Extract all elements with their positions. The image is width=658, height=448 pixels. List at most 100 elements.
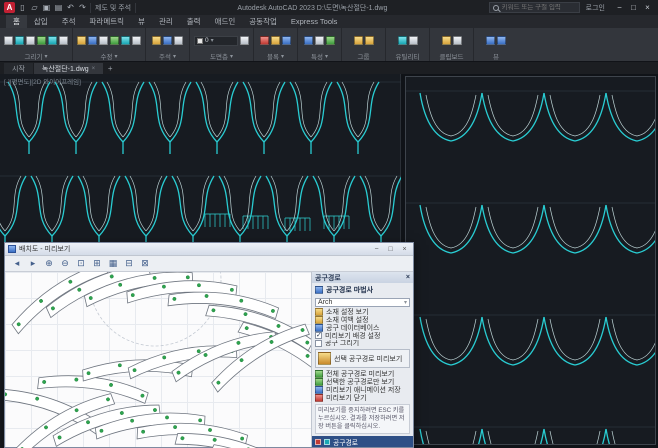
panel-view: 뷰 (474, 28, 518, 61)
panel-close-icon[interactable]: × (406, 274, 410, 281)
panel-expand-icon[interactable]: ▾ (44, 53, 47, 60)
zoom-fit-icon[interactable]: ⊞ (91, 258, 103, 269)
viewport-right[interactable] (405, 76, 656, 445)
rotate-tool-icon[interactable] (88, 36, 97, 45)
window-maximize-button[interactable]: □ (385, 244, 396, 254)
new-icon[interactable]: ▯ (18, 3, 27, 12)
measure-icon[interactable]: ⊠ (139, 258, 151, 269)
option-material-view[interactable]: 소재 설정 보기 (312, 308, 413, 316)
tab-annotate[interactable]: 주석 (55, 15, 83, 28)
panel-expand-icon[interactable]: ▾ (173, 53, 176, 60)
paste-icon[interactable] (442, 36, 451, 45)
panel-expand-icon[interactable]: ▾ (230, 53, 233, 60)
option-draw-tool[interactable]: 공구 그리기 (312, 340, 413, 348)
panel-expand-icon[interactable]: ▾ (281, 53, 284, 60)
toolpath-bottom-tab[interactable]: 공구경로 (312, 436, 413, 447)
save-icon[interactable]: ▣ (42, 3, 51, 12)
line-tool-icon[interactable] (4, 36, 13, 45)
file-tab-start[interactable]: 시작 (4, 63, 33, 74)
ungroup-tool-icon[interactable] (365, 36, 374, 45)
rectangle-tool-icon[interactable] (48, 36, 57, 45)
maximize-button[interactable]: □ (627, 2, 640, 14)
back-icon[interactable]: ◂ (11, 258, 23, 269)
window-close-button[interactable]: × (399, 244, 410, 254)
block-edit-icon[interactable] (282, 36, 291, 45)
profile-value: Arch (318, 299, 332, 306)
tab-close-icon[interactable]: × (92, 66, 96, 72)
minimize-button[interactable]: − (613, 2, 626, 14)
action-close-preview[interactable]: 미리보기 닫기 (312, 394, 413, 402)
properties-palette-icon[interactable] (315, 36, 324, 45)
file-tab-drawing[interactable]: 녹산절단-1.dwg × (34, 63, 103, 74)
text-tool-icon[interactable] (152, 36, 161, 45)
search-icon (493, 5, 499, 11)
tab-manage[interactable]: 관리 (152, 15, 180, 28)
nesting-canvas[interactable] (5, 272, 311, 447)
open-icon[interactable]: ▱ (30, 3, 39, 12)
layer-dropdown[interactable]: 0 ▾ (194, 36, 238, 46)
hatch-tool-icon[interactable] (59, 36, 68, 45)
panel-expand-icon[interactable]: ▾ (114, 53, 117, 60)
quick-select-icon[interactable] (409, 36, 418, 45)
copy-clip-icon[interactable] (453, 36, 462, 45)
action-preview-all[interactable]: 전체 공구경로 미리보기 (312, 370, 413, 378)
checkbox-unchecked[interactable] (315, 340, 322, 347)
undo-icon[interactable]: ↶ (66, 3, 75, 12)
grid-toggle-icon[interactable]: ▦ (107, 258, 119, 269)
zoom-window-icon[interactable]: ⊡ (75, 258, 87, 269)
group-tool-icon[interactable] (354, 36, 363, 45)
option-tool-database[interactable]: 공구 데이터베이스 (312, 324, 413, 332)
zoom-out-icon[interactable]: ⊖ (59, 258, 71, 269)
tab-parametric[interactable]: 파라메트릭 (83, 15, 132, 28)
zoom-in-icon[interactable]: ⊕ (43, 258, 55, 269)
preview-window-titlebar[interactable]: 배치도 - 미리보기 − □ × (5, 243, 413, 256)
panel-expand-icon[interactable]: ▾ (325, 53, 328, 60)
tab-output[interactable]: 출력 (180, 15, 208, 28)
viewport-controls[interactable]: [-][평면도][2D 와이어프레임] (4, 76, 81, 86)
print-icon[interactable]: ▤ (54, 3, 63, 12)
move-tool-icon[interactable] (77, 36, 86, 45)
tab-view[interactable]: 뷰 (131, 15, 152, 28)
arc-tool-icon[interactable] (37, 36, 46, 45)
new-tab-button[interactable]: + (104, 63, 116, 74)
layers-icon[interactable]: ⊟ (123, 258, 135, 269)
app-menu-button[interactable]: A (4, 2, 15, 13)
checkbox-checked[interactable] (315, 332, 322, 339)
trim-tool-icon[interactable] (99, 36, 108, 45)
circle-tool-icon[interactable] (26, 36, 35, 45)
action-save-animation[interactable]: 미리보기 애니메이션 저장 (312, 386, 413, 394)
window-minimize-button[interactable]: − (371, 244, 382, 254)
workspace-switcher[interactable]: 제도 및 주석 (90, 3, 136, 13)
color-control-icon[interactable] (326, 36, 335, 45)
tab-home[interactable]: 홈 (6, 15, 27, 28)
close-button[interactable]: × (641, 2, 654, 14)
tab-express-tools[interactable]: Express Tools (284, 15, 345, 28)
measure-tool-icon[interactable] (398, 36, 407, 45)
signin-button[interactable]: 로그인 (583, 3, 608, 13)
option-material-margin[interactable]: 소재 여백 설정 (312, 316, 413, 324)
mirror-tool-icon[interactable] (121, 36, 130, 45)
tab-collaborate[interactable]: 공동작업 (242, 15, 284, 28)
block-create-icon[interactable] (271, 36, 280, 45)
tab-insert[interactable]: 삽입 (27, 15, 55, 28)
dimension-tool-icon[interactable] (163, 36, 172, 45)
profile-dropdown[interactable]: Arch ▾ (315, 298, 410, 307)
panel-utilities: 유틸리티 (386, 28, 430, 61)
option-preview-background[interactable]: 미리보기 배경 설정 (312, 332, 413, 340)
fillet-tool-icon[interactable] (132, 36, 141, 45)
drawing-canvas-right[interactable] (406, 77, 655, 444)
view-tool-icon[interactable] (486, 36, 495, 45)
block-insert-icon[interactable] (260, 36, 269, 45)
redo-icon[interactable]: ↷ (78, 3, 87, 12)
action-preview-selected[interactable]: 선택한 공구경로만 보기 (312, 378, 413, 386)
search-input[interactable] (502, 4, 576, 11)
layer-properties-icon[interactable] (240, 36, 249, 45)
polyline-tool-icon[interactable] (15, 36, 24, 45)
tab-addins[interactable]: 애드인 (208, 15, 243, 28)
viewport-tool-icon[interactable] (497, 36, 506, 45)
primary-preview-button[interactable]: 선택 공구경로 미리보기 (315, 349, 410, 368)
match-properties-icon[interactable] (304, 36, 313, 45)
leader-tool-icon[interactable] (174, 36, 183, 45)
forward-icon[interactable]: ▸ (27, 258, 39, 269)
copy-tool-icon[interactable] (110, 36, 119, 45)
